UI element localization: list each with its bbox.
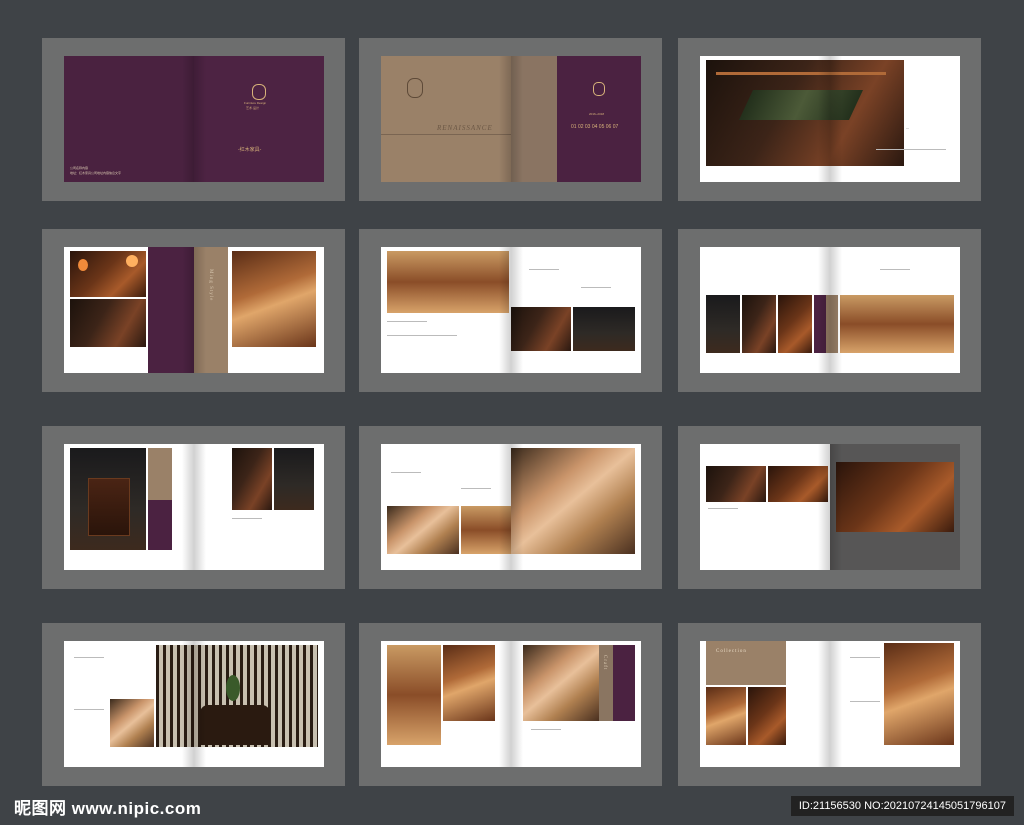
dovetail-joint-photo [884, 643, 954, 745]
table-runner-spread: — [700, 56, 960, 182]
vertical-title: Craft [602, 655, 607, 671]
brochure-spread-5 [359, 229, 662, 392]
brochure-spread-11: Craft [359, 623, 662, 786]
chair-detail-photo [232, 251, 316, 347]
table-photo [706, 60, 904, 166]
living-room-photo-2 [443, 645, 495, 721]
spread2-sub: 2016~2018 [589, 112, 605, 116]
carving-closeup-photo [706, 466, 766, 502]
site-watermark: 昵图网 www.nipic.com [14, 799, 202, 818]
joinery-spread: Collection [700, 641, 960, 767]
image-id-label: ID:21156530 NO:20210724145051796107 [790, 796, 1014, 816]
renaissance-word: RENAISSANCE [437, 124, 493, 132]
vertical-title: Ming Style [208, 269, 213, 302]
lattice-room-photo [156, 645, 318, 747]
carving-photo-1 [387, 506, 459, 554]
brochure-spread-12: Collection [678, 623, 981, 786]
spread2-numbers: 01 02 03 04 05 06 07 [571, 124, 619, 130]
daybed-photo [836, 462, 954, 532]
caption: — [906, 126, 909, 130]
brochure-spread-2: RENAISSANCE 2016~2018 01 02 03 04 05 06 … [359, 38, 662, 201]
brochure-spread-3: — [678, 38, 981, 201]
interior-photo [768, 466, 828, 502]
carving-spread [381, 444, 641, 570]
teaset-photo [70, 299, 146, 347]
brochure-spread-9 [678, 426, 981, 589]
brochure-spread-4: Ming Style [42, 229, 345, 392]
craft-hands-photo [523, 645, 599, 721]
brochure-spread-1: 公司名称内容 地址：红木家具公司地址内容信息文字 Furniture Desig… [42, 38, 345, 201]
brochure-spread-8 [359, 426, 662, 589]
cabinet-photo [573, 307, 635, 351]
dining-room-spread [700, 247, 960, 373]
office-photo [511, 307, 571, 351]
back-cover-spread: RENAISSANCE 2016~2018 01 02 03 04 05 06 … [381, 56, 641, 182]
cover-logo-icon [252, 84, 266, 100]
chair-photo-1 [706, 295, 740, 353]
dining-spread [381, 247, 641, 373]
living-room-photo-1 [387, 645, 441, 745]
spread12-title: Collection [716, 649, 747, 654]
lantern-spread: Ming Style [64, 247, 324, 373]
cover-product-line: -红木家具- [238, 147, 262, 153]
brochure-spread-10 [42, 623, 345, 786]
lantern-photo [70, 251, 146, 297]
cover-brand-name: Furniture Design [244, 101, 267, 105]
carved-panel-photo [748, 687, 786, 745]
table-top [716, 72, 886, 145]
dining-table-photo [387, 251, 509, 313]
hand-planing-photo [511, 448, 635, 554]
seal-logo-icon [407, 78, 423, 98]
sofa-spread [700, 444, 960, 570]
cover-note: 地址：红木家具公司地址内容信息文字 [70, 171, 122, 175]
seal-logo-icon [593, 82, 605, 96]
dining-room-photo [840, 295, 954, 353]
cover-spread: 公司名称内容 地址：红木家具公司地址内容信息文字 Furniture Desig… [64, 56, 324, 182]
living-room-spread: Craft [381, 641, 641, 767]
divider-line [381, 134, 511, 135]
garden-room-spread [64, 641, 324, 767]
cover-brand-cn: 艺术·设计 [246, 106, 259, 110]
brochure-spread-7 [42, 426, 345, 589]
throne-chair-spread [64, 444, 324, 570]
chair-photo-2 [742, 295, 776, 353]
bed-photo [274, 448, 314, 510]
throne-chair-photo [70, 448, 146, 550]
desk-photo [706, 687, 746, 745]
carving-hand-photo [110, 699, 154, 747]
bar-photo [232, 448, 272, 510]
brochure-spread-6 [678, 229, 981, 392]
chair-photo-3 [778, 295, 812, 353]
cover-note: 公司名称内容 [70, 166, 89, 170]
